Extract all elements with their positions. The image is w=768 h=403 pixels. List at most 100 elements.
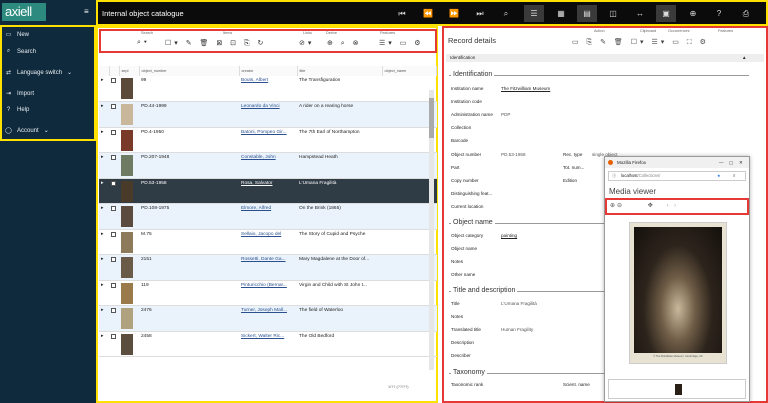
thumbnail-image (121, 78, 133, 99)
sidebar-item-language-switch[interactable]: ⇄ Language switch ⌄ (5, 69, 72, 77)
derive-icons[interactable]: ⊕ ⌕ ⊗ (327, 39, 362, 48)
import-icon: ⇥ (5, 91, 12, 97)
row-checkbox[interactable] (111, 257, 116, 262)
sidebar-item-help[interactable]: ? Help (5, 107, 30, 113)
creator-link[interactable]: Sickert, Walter Ric... (241, 334, 284, 339)
table-row: ▸ 2151 Rossetti, Dante Ga... Mary Magdalene… (99, 254, 437, 281)
column-header-object-name[interactable]: object_name (382, 66, 437, 76)
record-count: 1/?? (??/??) (388, 385, 409, 389)
bookmark-star-icon[interactable]: ★ (717, 172, 721, 180)
info-icon: ⓘ (612, 173, 617, 178)
creator-link[interactable]: Elmore, Alfred (241, 206, 271, 211)
next-page-icon[interactable]: ⏩ (444, 5, 464, 22)
record-toolbar-icons[interactable]: ▭ ⎘ ✎ 🗑 ☐▾ ☰▾ ▭ ⛶ ⚙ (572, 38, 709, 47)
thumbnail-image (121, 129, 133, 151)
popup-titlebar: Mozilla Firefox — ▢ ✕ (605, 157, 749, 168)
maximize-icon[interactable]: ▢ (729, 157, 733, 168)
column-header-sepi[interactable]: sepi (119, 66, 140, 76)
row-checkbox[interactable] (111, 129, 116, 135)
table-row: ▸ PD.44-1999 Leonardo da Vinci A rider on a… (99, 101, 437, 128)
sidebar-item-new[interactable]: ▭ New (5, 31, 29, 39)
split-view-icon[interactable]: ◫ (603, 5, 623, 22)
toolbar-group-features: Features (718, 29, 733, 33)
thumbnail-image (121, 257, 133, 278)
table-row: ▸ M.75 Sellaio, Jacopo del The Story of Cup… (99, 229, 437, 255)
search-icon[interactable]: ⌕ (496, 5, 516, 22)
table-row-selected: ▸ PD.53-1958 Rosa, Salvator L'Umana Fragili… (99, 178, 437, 204)
sidebar-item-search[interactable]: ⌕ Search (5, 48, 36, 55)
sidebar-item-import[interactable]: ⇥ Import (5, 90, 35, 98)
sidebar-item-account[interactable]: ◯ Account ⌄ (5, 127, 49, 135)
table-row: ▸ PD.207-1948 Constable, John Hampstead Hea… (99, 152, 437, 179)
media-viewer-window: Mozilla Firefox — ▢ ✕ ⓘ localhost/Collec… (604, 156, 750, 402)
toolbar-group-clipboard: Clipboard (640, 29, 657, 33)
row-checkbox[interactable] (111, 78, 116, 83)
prev-next-icon[interactable]: ‹ › (666, 203, 678, 209)
menu-icon[interactable]: ≡ (733, 172, 735, 180)
row-checkbox[interactable] (111, 180, 116, 186)
print-icon[interactable]: ⎙ (736, 5, 756, 22)
media-viewer-title: Media viewer (609, 187, 657, 196)
close-icon[interactable]: ✕ (739, 157, 743, 168)
link-icon[interactable]: ⊘▾ (299, 39, 314, 47)
items-toolbar-icons[interactable]: ☐▾ ✎ 🗑 ⊠ ⊡ ⎘ ↻ (165, 39, 266, 48)
object-category-link[interactable]: painting (501, 233, 517, 238)
search-dropdown-icon[interactable]: ⌕▾ (137, 39, 150, 47)
row-checkbox[interactable] (111, 333, 116, 339)
row-checkbox[interactable] (111, 231, 116, 237)
thumbnail-strip (608, 379, 746, 399)
zoom-out-icon[interactable]: ⊖ (617, 203, 624, 209)
account-icon: ◯ (5, 128, 12, 134)
row-checkbox[interactable] (111, 282, 116, 288)
thumbnail-image (121, 282, 133, 304)
creator-link[interactable]: Sellaio, Jacopo del (241, 232, 281, 237)
media-view-icon[interactable]: ▣ (656, 5, 676, 22)
scrollbar[interactable] (429, 90, 434, 370)
media-viewer-toolbar[interactable]: ⊕⊖ ✥ ‹ › (605, 198, 749, 215)
globe-icon[interactable]: ⊕ (683, 5, 703, 22)
sidebar-item-label: Import (17, 90, 35, 97)
thumbnail-image[interactable] (675, 384, 682, 395)
chevron-down-icon: ⌄ (43, 128, 49, 134)
move-icon[interactable]: ✥ (648, 203, 655, 209)
features-icons[interactable]: ☰▾ ▭ ⚙ (379, 39, 424, 47)
creator-link[interactable]: Rossetti, Dante Ga... (241, 257, 286, 262)
sidebar-item-label: Language switch (17, 69, 63, 76)
column-header-creator[interactable]: creator (239, 66, 298, 76)
row-checkbox[interactable] (111, 104, 116, 109)
collapse-icon[interactable]: ▲ (742, 54, 746, 62)
row-checkbox[interactable] (111, 155, 116, 160)
search-icon: ⌕ (6, 48, 11, 54)
sidebar-highlight (0, 25, 96, 141)
column-header-title[interactable]: title (297, 66, 383, 76)
creator-link[interactable]: Leonardo da Vinci (241, 104, 280, 109)
list-view-icon[interactable]: ☰ (524, 5, 544, 22)
minimize-icon[interactable]: — (719, 157, 724, 168)
help-icon[interactable]: ? (709, 5, 729, 22)
identification-bar[interactable]: Identification ▲ (446, 54, 764, 62)
url-bar[interactable]: ⓘ localhost/Collections/ ★ ≡ (608, 171, 746, 181)
result-list-pane: Search Items Links Derive Features ⌕▾ ☐▾… (96, 26, 438, 403)
expand-horizontal-icon[interactable]: ↔ (630, 5, 650, 22)
creator-link[interactable]: Rosa, Salvator (241, 181, 272, 186)
first-record-icon[interactable]: ⏮ (392, 5, 412, 22)
grid-view-icon[interactable]: ▦ (551, 5, 571, 22)
document-view-icon[interactable]: ▤ (577, 5, 597, 22)
row-checkbox[interactable] (111, 308, 116, 313)
toolbar-group-occurrences: Occurrences (668, 29, 690, 33)
creator-link[interactable]: Bouts, Albert (241, 78, 268, 83)
institution-name-link[interactable]: The Fitzwilliam Museum (501, 86, 550, 91)
previous-page-icon[interactable]: ⏪ (418, 5, 438, 22)
creator-link[interactable]: Pinturicchio (Bernar... (241, 283, 287, 288)
last-record-icon[interactable]: ⏭ (470, 5, 490, 22)
zoom-in-icon[interactable]: ⊕ (610, 203, 617, 209)
sidebar-item-label: Search (17, 48, 37, 55)
creator-link[interactable]: Constable, John (241, 155, 276, 160)
table-row: ▸ 2458 Sickert, Walter Ric... The Old Bedfo… (99, 331, 437, 357)
creator-link[interactable]: Turner, Joseph Mall... (241, 308, 287, 313)
row-checkbox[interactable] (111, 206, 116, 211)
hamburger-menu-icon[interactable]: ≡ (84, 7, 89, 16)
scrollbar-thumb[interactable] (429, 98, 434, 138)
creator-link[interactable]: Batoni, Pompeo Gir... (241, 130, 287, 135)
column-header-object-number[interactable]: object_number (139, 66, 240, 76)
